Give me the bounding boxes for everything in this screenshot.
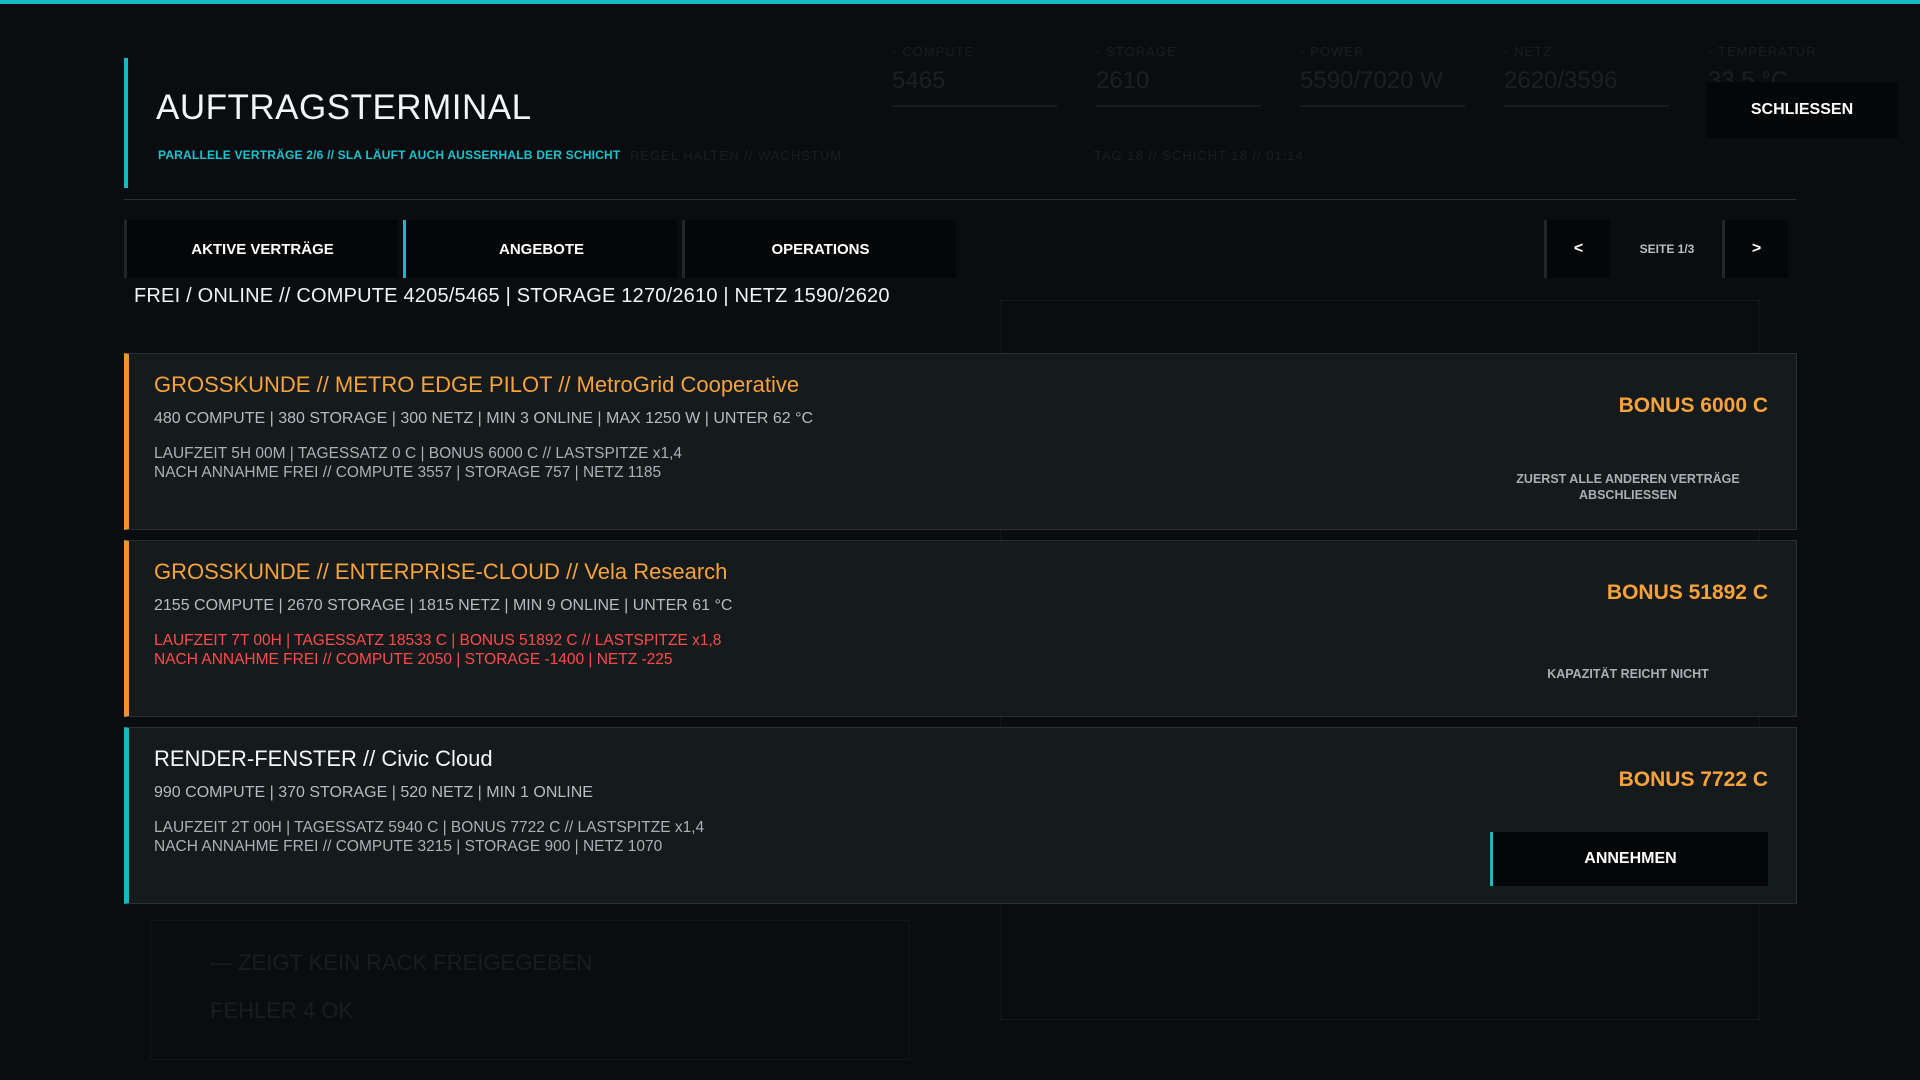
offer-capacity-after: NACH ANNAHME FREI // COMPUTE 2050 | STOR… [154,651,673,668]
offer-card: GROSSKUNDE // METRO EDGE PILOT // MetroG… [124,353,1797,530]
page-title: AUFTRAGSTERMINAL [156,88,532,127]
capacity-summary: FREI / ONLINE // COMPUTE 4205/5465 | STO… [134,285,890,307]
bg-bottom-line-1: — ZEIGT KEIN RACK FREIGEGEBEN [210,950,593,975]
tab-active-contracts[interactable]: AKTIVE VERTRÄGE [124,220,398,278]
offer-bonus: BONUS 7722 C [1618,768,1768,791]
top-accent-line [0,0,1920,4]
terminal-header: AUFTRAGSTERMINAL PARALLELE VERTRÄGE 2/6 … [124,58,1898,200]
header-accent-bar [124,58,128,188]
offer-title: GROSSKUNDE // ENTERPRISE-CLOUD // Vela R… [154,559,728,584]
offer-terms: LAUFZEIT 5H 00M | TAGESSATZ 0 C | BONUS … [154,445,683,462]
offer-terms: LAUFZEIT 7T 00H | TAGESSATZ 18533 C | BO… [154,632,722,649]
offer-blocked-note: KAPAZITÄT REICHT NICHT [1547,667,1709,681]
close-button[interactable]: SCHLIESSEN [1706,82,1898,138]
tab-offers[interactable]: ANGEBOTE [403,220,677,278]
bg-bottom-line-2: FEHLER 4 OK [210,998,354,1023]
offer-requirements: 990 COMPUTE | 370 STORAGE | 520 NETZ | M… [154,784,593,801]
offer-requirements: 2155 COMPUTE | 2670 STORAGE | 1815 NETZ … [154,597,733,614]
accept-button[interactable]: ANNEHMEN [1490,832,1768,886]
offer-title: GROSSKUNDE // METRO EDGE PILOT // MetroG… [154,372,800,397]
bg-panel-bottom [150,920,910,1060]
offer-capacity-after: NACH ANNAHME FREI // COMPUTE 3557 | STOR… [154,464,662,481]
offer-blocked-note: ZUERST ALLE ANDEREN VERTRÄGE ABSCHLIESSE… [1516,472,1740,502]
offer-requirements: 480 COMPUTE | 380 STORAGE | 300 NETZ | M… [154,410,814,427]
offer-capacity-after: NACH ANNAHME FREI // COMPUTE 3215 | STOR… [154,838,663,855]
offer-terms: LAUFZEIT 2T 00H | TAGESSATZ 5940 C | BON… [154,819,705,836]
prev-page-button[interactable]: < [1544,220,1610,278]
offer-card: RENDER-FENSTER // Civic Cloud 990 COMPUT… [124,727,1797,904]
offer-bonus: BONUS 6000 C [1618,394,1768,417]
tab-operations[interactable]: OPERATIONS [682,220,956,278]
next-page-button[interactable]: > [1722,220,1788,278]
offer-card: GROSSKUNDE // ENTERPRISE-CLOUD // Vela R… [124,540,1797,717]
offer-title: RENDER-FENSTER // Civic Cloud [154,746,493,771]
page-indicator: SEITE 1/3 [1639,242,1695,256]
offer-bonus: BONUS 51892 C [1606,581,1768,604]
page-subtitle: PARALLELE VERTRÄGE 2/6 // SLA LÄUFT AUCH… [158,148,621,162]
